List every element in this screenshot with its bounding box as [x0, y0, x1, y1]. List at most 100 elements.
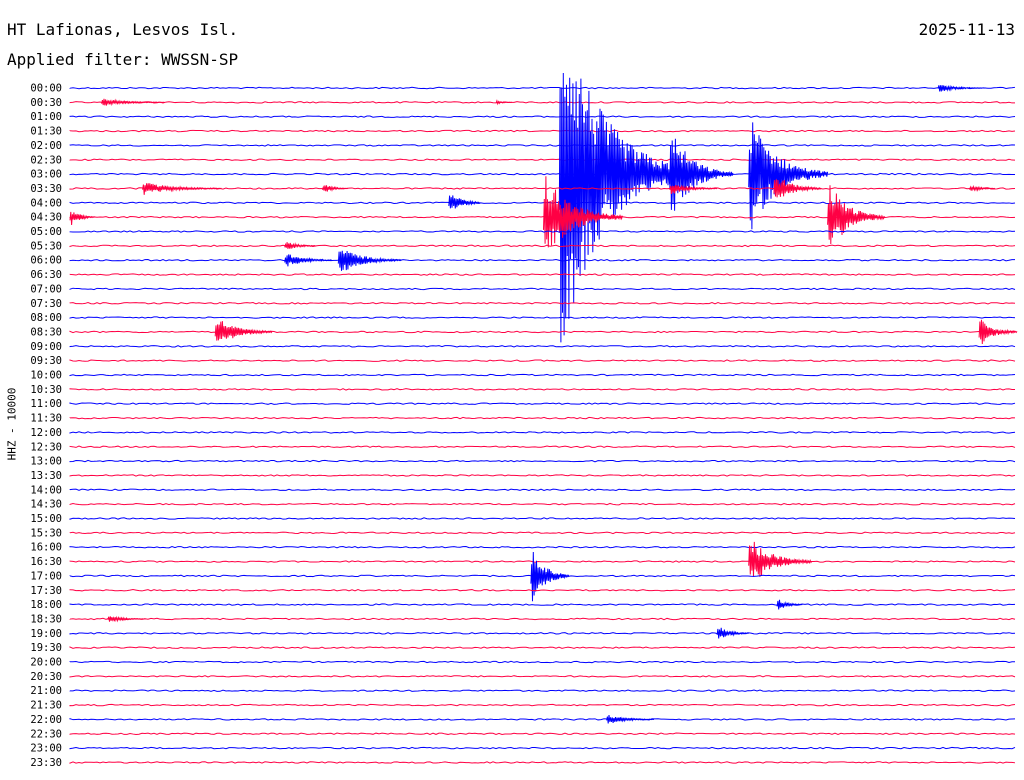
- event-waveform: [937, 84, 986, 92]
- row-time-label: 19:00: [30, 628, 62, 640]
- trace-row: [69, 158, 1016, 161]
- row-time-label: 01:00: [30, 111, 62, 123]
- row-time-label: 08:30: [30, 326, 62, 338]
- row-time-label: 17:00: [30, 570, 62, 582]
- event-waveform: [716, 627, 749, 639]
- event-waveform: [748, 122, 829, 230]
- row-time-label: 00:30: [30, 97, 62, 109]
- row-time-label: 21:30: [30, 700, 62, 712]
- row-time-label: 23:00: [30, 743, 62, 755]
- trace-row: [69, 545, 1016, 549]
- trace-row: [69, 316, 1016, 319]
- event-waveform: [448, 195, 481, 209]
- row-time-label: 06:00: [30, 255, 62, 267]
- trace-row: [69, 86, 1016, 90]
- trace-row: [69, 230, 1016, 233]
- trace-row: [69, 675, 1016, 678]
- row-time-label: 11:00: [30, 398, 62, 410]
- row-time-label: 09:00: [30, 341, 62, 353]
- row-time-label: 00:00: [30, 83, 62, 95]
- event-waveform: [669, 138, 734, 211]
- row-time-label: 11:30: [30, 413, 62, 425]
- trace-row: [69, 703, 1016, 707]
- event-waveform: [284, 254, 333, 267]
- trace-row: [69, 603, 1016, 606]
- event-waveform: [101, 98, 165, 107]
- event-waveform: [606, 715, 655, 724]
- event-waveform: [142, 183, 222, 195]
- row-time-label: 13:30: [30, 470, 62, 482]
- trace-row: [69, 589, 1016, 592]
- row-time-label: 23:30: [30, 757, 62, 769]
- trace-row: [69, 445, 1016, 448]
- trace-row: [69, 172, 1016, 176]
- trace-row: [69, 502, 1016, 506]
- row-time-label: 19:30: [30, 642, 62, 654]
- trace-row: [69, 402, 1016, 405]
- event-waveform: [558, 72, 686, 343]
- row-time-label: 20:30: [30, 671, 62, 683]
- trace-row: [69, 617, 1016, 621]
- row-time-label: 22:00: [30, 714, 62, 726]
- trace-row: [69, 201, 1016, 205]
- trace-row: [69, 560, 1016, 563]
- trace-row: [69, 287, 1016, 291]
- trace-row: [69, 660, 1016, 664]
- event-waveform: [827, 185, 885, 245]
- trace-row: [69, 416, 1016, 420]
- trace-row: [69, 129, 1016, 133]
- row-time-label: 21:00: [30, 685, 62, 697]
- event-waveform: [107, 615, 146, 623]
- event-waveform: [69, 211, 96, 226]
- trace-row: [69, 144, 1016, 147]
- trace-row: [69, 373, 1016, 377]
- row-time-label: 16:30: [30, 556, 62, 568]
- row-time-label: 16:00: [30, 542, 62, 554]
- event-waveform: [978, 319, 1018, 345]
- row-time-label: 08:00: [30, 312, 62, 324]
- row-time-label: 04:30: [30, 212, 62, 224]
- row-time-label: 15:00: [30, 513, 62, 525]
- trace-row: [69, 474, 1016, 477]
- trace-row: [69, 115, 1016, 118]
- trace-row: [69, 531, 1016, 535]
- row-time-label: 12:00: [30, 427, 62, 439]
- event-waveform: [322, 185, 349, 192]
- trace-row: [69, 330, 1015, 334]
- trace-row: [69, 761, 1016, 764]
- trace-row: [69, 689, 1016, 692]
- row-time-label: 01:30: [30, 126, 62, 138]
- trace-row: [69, 431, 1016, 434]
- row-time-label: 02:00: [30, 140, 62, 152]
- trace-row: [69, 718, 1016, 721]
- trace-row: [69, 388, 1016, 391]
- event-waveform: [969, 184, 995, 192]
- row-time-label: 17:30: [30, 585, 62, 597]
- row-time-label: 05:00: [30, 226, 62, 238]
- row-time-label: 03:30: [30, 183, 62, 195]
- trace-row: [69, 646, 1016, 649]
- row-time-label: 03:00: [30, 169, 62, 181]
- trace-row: [69, 345, 1016, 348]
- trace-row: [69, 517, 1016, 520]
- row-time-label: 09:30: [30, 355, 62, 367]
- row-time-label: 07:30: [30, 298, 62, 310]
- event-waveform: [495, 99, 512, 106]
- row-time-label: 12:30: [30, 441, 62, 453]
- row-time-label: 10:30: [30, 384, 62, 396]
- row-time-label: 05:30: [30, 240, 62, 252]
- row-time-label: 04:00: [30, 197, 62, 209]
- trace-row: [69, 258, 1016, 262]
- row-time-label: 13:00: [30, 456, 62, 468]
- event-waveform: [214, 321, 273, 341]
- row-time-label: 14:30: [30, 499, 62, 511]
- event-waveform: [530, 551, 570, 602]
- row-time-label: 18:00: [30, 599, 62, 611]
- trace-row: [69, 302, 1016, 305]
- helicorder-plot: 00:00 00:30 01:00 01:30 02:00 02:30 03:00 03:30…: [30, 72, 1018, 769]
- row-time-label: 10:00: [30, 370, 62, 382]
- trace-row: [69, 732, 1016, 735]
- trace-row: [69, 101, 1016, 104]
- row-time-label: 14:00: [30, 484, 62, 496]
- trace-row: [69, 488, 1016, 492]
